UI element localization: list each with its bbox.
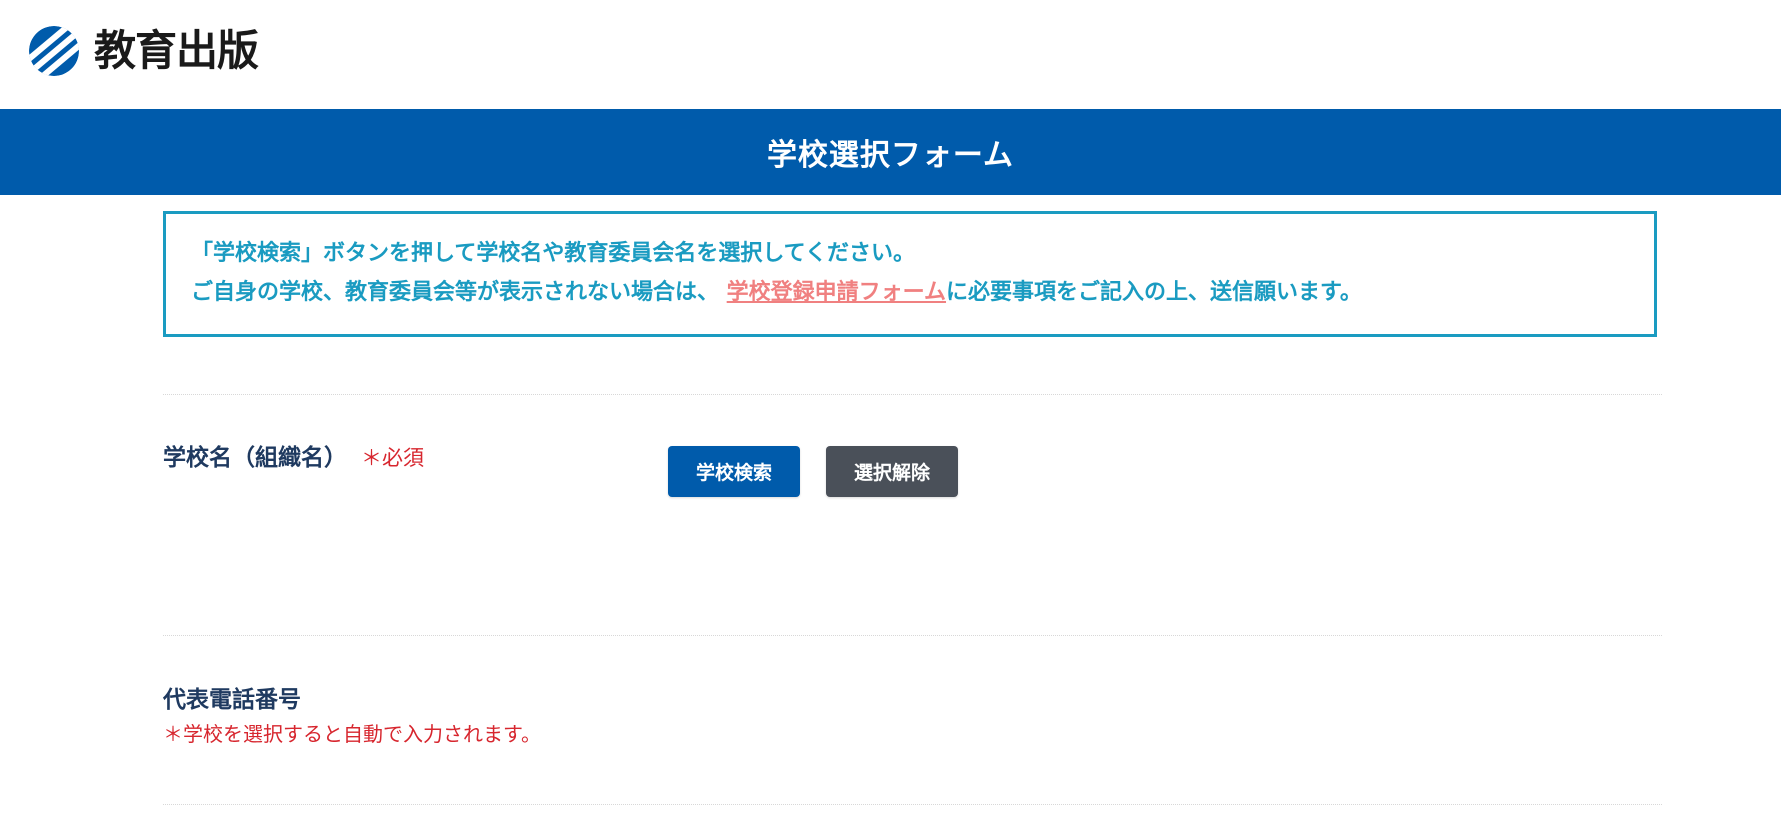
phone-number-label: 代表電話番号 bbox=[163, 687, 301, 713]
notice-line-2: ご自身の学校、教育委員会等が表示されない場合は、 学校登録申請フォームに必要事項… bbox=[191, 273, 1654, 312]
site-header: 教育出版 bbox=[0, 0, 1781, 109]
required-badge: ＊必須 bbox=[361, 446, 424, 470]
divider bbox=[163, 635, 1662, 636]
school-name-label-text: 学校名（組織名） bbox=[163, 445, 347, 471]
instruction-notice: 「学校検索」ボタンを押して学校名や教育委員会名を選択してください。 ご自身の学校… bbox=[163, 211, 1657, 337]
title-bar: 学校選択フォーム bbox=[0, 109, 1781, 195]
school-name-label: 学校名（組織名） ＊必須 bbox=[163, 438, 424, 472]
divider bbox=[163, 394, 1662, 395]
school-search-button[interactable]: 学校検索 bbox=[668, 446, 800, 497]
notice-line-1: 「学校検索」ボタンを押して学校名や教育委員会名を選択してください。 bbox=[191, 241, 916, 266]
kyoiku-shuppan-logo-icon bbox=[29, 26, 79, 76]
notice-line-2-after: に必要事項をご記入の上、送信願います。 bbox=[946, 280, 1362, 305]
site-logo[interactable]: 教育出版 bbox=[28, 25, 259, 77]
notice-line-2-before: ご自身の学校、教育委員会等が表示されない場合は、 bbox=[191, 280, 727, 305]
phone-auto-fill-note: ＊学校を選択すると自動で入力されます。 bbox=[163, 722, 541, 746]
page-title: 学校選択フォーム bbox=[766, 138, 1015, 173]
clear-selection-button[interactable]: 選択解除 bbox=[826, 446, 958, 497]
logo-text: 教育出版 bbox=[94, 26, 259, 75]
divider bbox=[163, 804, 1662, 805]
school-registration-form-link[interactable]: 学校登録申請フォーム bbox=[727, 280, 946, 305]
